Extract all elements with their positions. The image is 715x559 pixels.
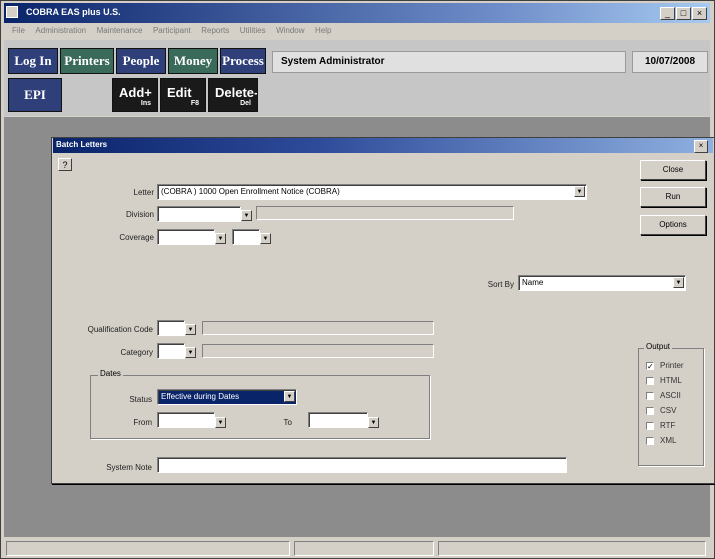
coverage-input[interactable] (157, 229, 215, 245)
menu-maintenance[interactable]: Maintenance (97, 24, 143, 38)
letter-dropdown-icon[interactable]: ▼ (574, 186, 585, 197)
xml-label: XML (660, 436, 677, 445)
system-note-input[interactable] (157, 457, 567, 473)
status-bar (4, 539, 710, 557)
help-button[interactable]: ? (58, 158, 72, 171)
process-button[interactable]: Process (220, 48, 266, 74)
title-bar[interactable]: COBRA EAS plus U.S. _ □ × (4, 3, 710, 23)
status-select[interactable]: Effective during Dates (157, 389, 297, 405)
log-in-button[interactable]: Log In (8, 48, 58, 74)
coverage-option-input[interactable] (232, 229, 260, 245)
to-date-input[interactable] (308, 412, 368, 428)
to-date-dropdown-icon[interactable]: ▼ (368, 417, 379, 428)
run-button[interactable]: Run (640, 187, 706, 207)
sort-by-select[interactable]: Name (518, 275, 686, 291)
delete-label: Delete- (215, 85, 258, 100)
printer-label: Printer (660, 361, 684, 370)
coverage-label: Coverage (119, 233, 154, 242)
letter-label: Letter (133, 188, 154, 197)
division-input[interactable] (157, 206, 241, 222)
menu-utilities[interactable]: Utilities (240, 24, 266, 38)
ascii-checkbox[interactable] (646, 392, 654, 400)
menu-participant[interactable]: Participant (153, 24, 191, 38)
letter-select[interactable]: (COBRA ) 1000 Open Enrollment Notice (CO… (157, 184, 587, 200)
money-button[interactable]: Money (168, 48, 218, 74)
edit-key-hint: F8 (190, 100, 199, 107)
app-icon (6, 6, 18, 18)
dialog-title: Batch Letters (56, 140, 108, 149)
maximize-button[interactable]: □ (676, 7, 691, 20)
qualification-code-label: Qualification Code (87, 325, 153, 334)
menu-help[interactable]: Help (315, 24, 331, 38)
add-label: Add+ (119, 85, 152, 100)
status-pane-1 (6, 541, 290, 556)
category-label: Category (120, 348, 153, 357)
menu-reports[interactable]: Reports (201, 24, 229, 38)
status-label: Status (129, 395, 152, 404)
csv-label: CSV (660, 406, 677, 415)
date-display: 10/07/2008 (632, 51, 708, 73)
window-title: COBRA EAS plus U.S. (26, 7, 121, 17)
people-button[interactable]: People (116, 48, 166, 74)
delete-key-hint: Del (240, 100, 251, 107)
options-button[interactable]: Options (640, 215, 706, 235)
coverage-option-dropdown-icon[interactable]: ▼ (260, 233, 271, 244)
category-description (202, 344, 434, 358)
html-label: HTML (660, 376, 682, 385)
add-key-hint: Ins (140, 100, 151, 107)
user-name-display: System Administrator (272, 51, 626, 73)
dialog-close-icon[interactable]: × (694, 140, 708, 153)
add-button[interactable]: Add+ Ins (112, 78, 158, 112)
from-date-dropdown-icon[interactable]: ▼ (215, 417, 226, 428)
csv-checkbox[interactable] (646, 407, 654, 415)
system-note-label: System Note (106, 463, 152, 472)
division-label: Division (125, 210, 154, 219)
menu-bar: File Administration Maintenance Particip… (4, 24, 710, 38)
close-button[interactable]: Close (640, 160, 706, 180)
printers-button[interactable]: Printers (60, 48, 114, 74)
to-label: To (283, 418, 292, 427)
status-pane-2 (294, 541, 434, 556)
delete-button[interactable]: Delete- Del (208, 78, 258, 112)
edit-label: Edit (167, 85, 192, 100)
menu-file[interactable]: File (12, 24, 25, 38)
printer-checkbox[interactable]: ✓ (646, 362, 654, 371)
menu-administration[interactable]: Administration (35, 24, 86, 38)
dialog-title-bar[interactable]: Batch Letters × (53, 138, 713, 153)
coverage-dropdown-icon[interactable]: ▼ (215, 233, 226, 244)
menu-window[interactable]: Window (276, 24, 304, 38)
from-label: From (133, 418, 152, 427)
ascii-label: ASCII (660, 391, 681, 400)
rtf-checkbox[interactable] (646, 422, 654, 430)
dates-group (90, 375, 430, 439)
qualification-code-dropdown-icon[interactable]: ▼ (185, 324, 196, 335)
epi-button[interactable]: EPI (8, 78, 62, 112)
rtf-label: RTF (660, 421, 676, 430)
sort-by-dropdown-icon[interactable]: ▼ (673, 277, 684, 288)
category-input[interactable] (157, 343, 185, 359)
dates-group-title: Dates (98, 369, 123, 378)
output-group-title: Output (644, 342, 673, 351)
xml-checkbox[interactable] (646, 437, 654, 445)
close-window-button[interactable]: × (692, 7, 707, 20)
division-dropdown-icon[interactable]: ▼ (241, 210, 252, 221)
category-dropdown-icon[interactable]: ▼ (185, 347, 196, 358)
edit-button[interactable]: Edit F8 (160, 78, 206, 112)
status-dropdown-icon[interactable]: ▼ (284, 391, 295, 402)
minimize-button[interactable]: _ (660, 7, 675, 20)
division-description (256, 206, 514, 220)
sort-by-label: Sort By (487, 280, 514, 289)
qualification-code-input[interactable] (157, 320, 185, 336)
html-checkbox[interactable] (646, 377, 654, 385)
qualification-code-description (202, 321, 434, 335)
status-pane-3 (438, 541, 706, 556)
from-date-input[interactable] (157, 412, 215, 428)
